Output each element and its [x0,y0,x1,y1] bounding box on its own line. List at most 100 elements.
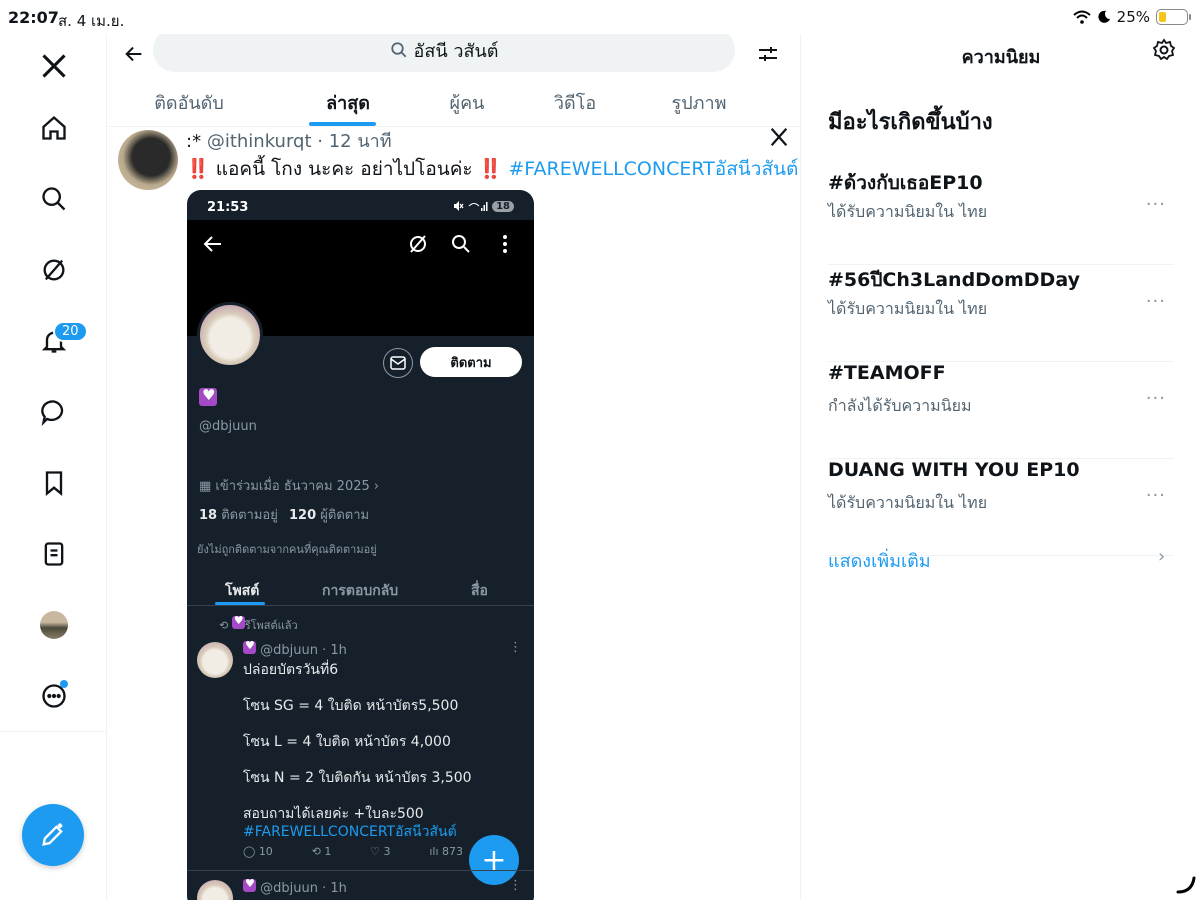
bookmark-icon[interactable] [34,463,74,503]
status-date: ส. 4 เม.ย. [58,12,125,30]
show-more-link[interactable]: แสดงเพิ่มเติม [828,546,931,575]
phone-time: 21:53 [207,200,249,215]
trend-item[interactable]: #TEAMOFF กำลังได้รับความนิยม ··· [828,362,1174,459]
search-filter-button[interactable] [750,36,786,72]
post-body: แอคนี้ โกง นะคะ อย่าไปโอนค่ะ [209,158,479,180]
tweet-line: โซน N = 2 ใบติดกัน หน้าบัตร 3,500 [243,770,472,786]
trends-sidebar: ความนิยม มีอะไรเกิดขึ้นบ้าง #ด้วงกับเธอE… [802,34,1200,900]
wifi-icon [1072,10,1091,24]
trend-name: #ด้วงกับเธอEP10 [828,172,983,194]
mail-icon [383,348,413,378]
like-count: ♡ 3 [370,845,391,858]
trend-meta: ได้รับความนิยมใน ไทย [828,202,988,221]
moon-icon [1098,10,1110,23]
home-icon[interactable] [34,108,74,148]
mute-icon [454,201,464,211]
battery-level [1159,12,1166,22]
lists-icon[interactable] [34,534,74,574]
post-text: ‼️ แอคนี้ โกง นะคะ อย่าไปโอนค่ะ ‼️ #FARE… [186,154,798,184]
tab-top[interactable]: ติดอันดับ [134,88,244,117]
profile-avatar[interactable] [34,605,74,645]
x-logo-icon[interactable] [34,46,74,86]
view-count: ılı 873 [429,845,463,858]
tweet-more-icon: ⋮ [509,640,522,655]
tweet-handle: @dbjuun · 1h [243,877,347,896]
status-time: 22:07 [8,8,59,27]
trend-item[interactable]: #56ปีCh3LandDomDDay ได้รับความนิยมใน ไทย… [828,265,1174,362]
rail-divider [0,731,107,732]
more-dot-indicator [60,680,68,688]
repost-count: ⟲ 1 [311,845,332,858]
post-handle[interactable]: @ithinkurqt [207,131,312,152]
battery-percent: 25% [1116,8,1150,26]
double-exclamation-icon: ‼️ [478,158,503,180]
sliders-icon [759,47,777,61]
tab-latest[interactable]: ล่าสุด [293,88,403,117]
search-icon[interactable] [34,179,74,219]
search-icon [390,42,406,58]
post-header: :* @ithinkurqt · 12 นาที [186,126,392,155]
scroll-corner-icon [1176,876,1196,894]
grok-icon[interactable] [34,250,74,290]
profile-avatar [197,302,263,368]
whats-happening-heading: มีอะไรเกิดขึ้นบ้าง [828,110,993,135]
phone-status-icons: 18 [452,200,514,212]
double-exclamation-icon: ‼️ [186,158,210,180]
profile-tab-posts: โพสต์ [225,583,260,599]
search-results-column: อัสนี วสันต์ ติดอันดับ ล่าสุด ผู้คน วิดี… [108,34,801,900]
tweet-hashtag: #FAREWELLCONCERTอัสนีวสันต์ [243,824,457,840]
purple-heart-icon [199,386,217,406]
x-logo-icon [768,126,792,150]
calendar-icon: ▦ [199,479,216,494]
post-image-screenshot[interactable]: 21:53 18 ติดตาม @dbjuun ▦ เข้าร่วมเมื่อ … [187,190,534,900]
repost-label: ⟲ รีโพสต์แล้ว [219,614,298,634]
signal-icon [468,202,488,211]
compose-button[interactable] [22,804,84,866]
post-handle-prefix: :* [186,131,202,152]
trend-meta: กำลังได้รับความนิยม [828,396,972,415]
trend-name: DUANG WITH YOU EP10 [828,459,1080,481]
tweet-stats: ◯ 10 ⟲ 1 ♡ 3 ılı 873 [243,845,463,858]
tab-videos[interactable]: วิดีโอ [520,88,630,117]
post-hashtag-link[interactable]: #FAREWELLCONCERTอัสนีวสันต์ [508,158,798,180]
grok-icon [406,232,430,256]
post-time[interactable]: · 12 นาที [317,131,391,152]
compose-icon [42,823,63,846]
tweet-handle: @dbjuun · 1h [243,639,347,658]
trend-more-icon[interactable]: ··· [1146,388,1166,409]
search-input[interactable]: อัสนี วสันต์ [153,34,735,72]
trend-meta: ได้รับความนิยมใน ไทย [828,493,988,512]
trend-item[interactable]: DUANG WITH YOU EP10 ได้รับความนิยมใน ไทย… [828,459,1174,556]
back-button[interactable] [118,38,150,70]
post-avatar[interactable] [118,130,178,190]
phone-status-bar: 21:53 18 [187,190,534,220]
not-followed-note: ยังไม่ถูกติดตามจากคนที่คุณติดตามอยู่ [197,543,377,556]
trend-meta: ได้รับความนิยมใน ไทย [828,299,988,318]
tweet-line: โซน L = 4 ใบติด หน้าบัตร 4,000 [243,734,451,750]
profile-tab-replies: การตอบกลับ [322,583,399,599]
tab-photos[interactable]: รูปภาพ [644,88,754,117]
profile-username: @dbjuun [199,419,257,434]
profile-tab-indicator [215,602,265,605]
trend-more-icon[interactable]: ··· [1146,291,1166,312]
tweet-more-icon: ⋮ [509,878,522,893]
tab-people[interactable]: ผู้คน [412,88,522,117]
battery-icon [1156,9,1191,25]
chevron-right-icon: › [1158,546,1166,567]
more-icon[interactable] [34,676,74,716]
trends-title: ความนิยม [961,47,1041,68]
trend-item[interactable]: #ด้วงกับเธอEP10 ได้รับความนิยมใน ไทย ··· [828,168,1174,265]
profile-tabs: โพสต์ การตอบกลับ สื่อ [187,570,534,606]
tweet-avatar [197,880,233,900]
reply-count: ◯ 10 [243,845,273,858]
trend-name: #56ปีCh3LandDomDDay [828,269,1080,291]
messages-icon[interactable] [34,392,74,432]
status-bar: 22:07 ส. 4 เม.ย. 25% [0,0,1200,34]
tweet-divider [187,870,534,871]
trend-more-icon[interactable]: ··· [1146,485,1166,506]
tweet-line: โซน SG = 4 ใบติด หน้าบัตร5,500 [243,698,459,714]
trend-more-icon[interactable]: ··· [1146,194,1166,215]
gear-icon[interactable] [1152,38,1178,64]
profile-tab-media: สื่อ [471,583,488,599]
phone-notif-count: 18 [492,200,514,212]
